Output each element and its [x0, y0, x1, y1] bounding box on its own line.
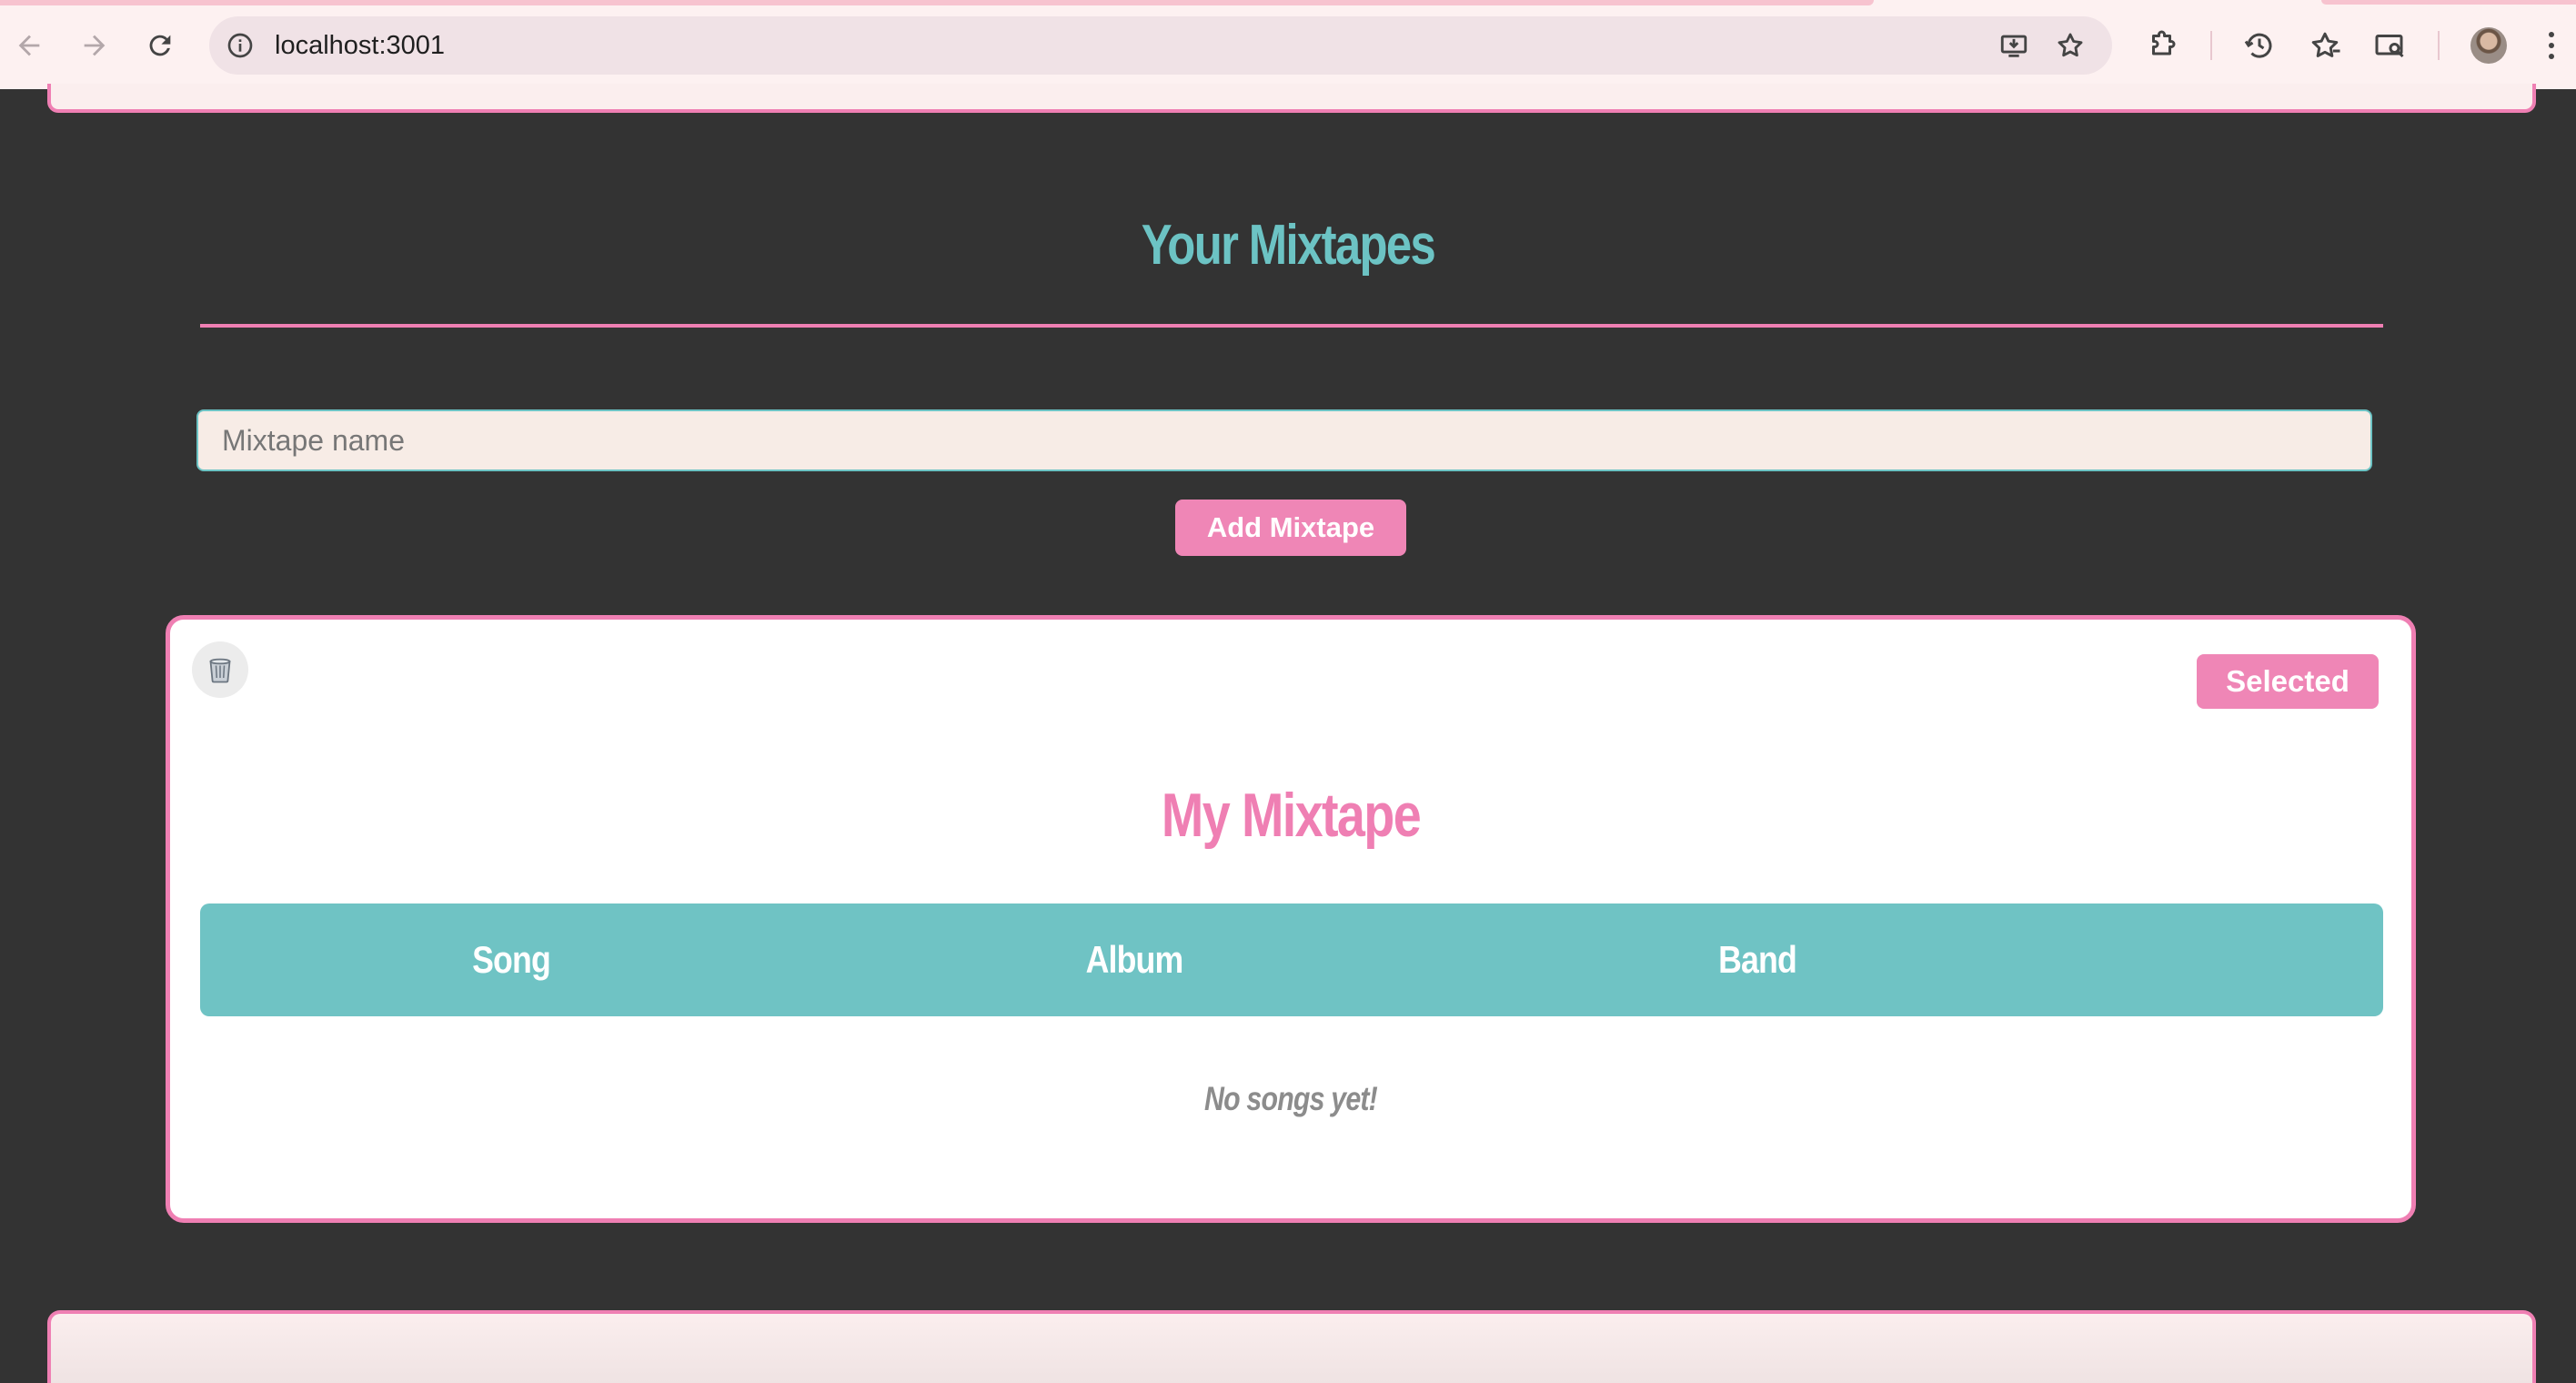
url-text[interactable]: localhost:3001 — [275, 16, 445, 75]
toolbar-separator — [2210, 31, 2212, 60]
selected-badge[interactable]: Selected — [2197, 654, 2379, 709]
empty-songs-message: No songs yet! — [1204, 1080, 1378, 1117]
column-header-song: Song — [472, 938, 551, 981]
reload-button[interactable] — [138, 24, 182, 67]
browser-toolbar: localhost:3001 — [0, 0, 2576, 89]
toolbar-separator — [2438, 31, 2440, 60]
previous-panel — [47, 84, 2536, 113]
mixtape-card[interactable]: Selected My Mixtape Song Album Band No s… — [166, 615, 2416, 1223]
back-button[interactable] — [7, 24, 51, 67]
profile-avatar[interactable] — [2470, 27, 2507, 64]
section-divider — [200, 324, 2383, 328]
mixtape-name-input[interactable] — [196, 409, 2372, 471]
section-title: Your Mixtapes — [1141, 214, 1436, 277]
kebab-menu-icon[interactable] — [2538, 27, 2565, 64]
site-info-icon[interactable] — [222, 27, 258, 64]
trash-icon — [209, 658, 231, 683]
reload-icon — [149, 35, 171, 56]
history-icon[interactable] — [2238, 24, 2281, 67]
song-table-header: Song Album Band — [200, 903, 2383, 1016]
address-bar[interactable]: localhost:3001 — [209, 16, 2112, 75]
install-app-icon[interactable] — [1996, 27, 2032, 64]
bookmark-star-icon[interactable] — [2052, 27, 2088, 64]
bookmarks-star-icon[interactable] — [2303, 24, 2347, 67]
column-header-band: Band — [1718, 938, 1797, 981]
tab-strip-accent-right — [2321, 0, 2576, 5]
tab-search-icon[interactable] — [2369, 24, 2412, 67]
mixtape-title: My Mixtape — [1161, 781, 1422, 850]
delete-mixtape-button[interactable] — [192, 641, 248, 698]
page-content: Your Mixtapes Add Mixtape Selected My Mi… — [0, 84, 2576, 1383]
add-mixtape-button[interactable]: Add Mixtape — [1175, 500, 1406, 556]
extensions-puzzle-icon[interactable] — [2141, 24, 2185, 67]
next-panel — [47, 1310, 2536, 1383]
back-arrow-icon — [18, 35, 40, 56]
column-header-album: Album — [1085, 938, 1184, 981]
forward-button[interactable] — [73, 24, 116, 67]
forward-arrow-icon — [84, 35, 106, 56]
tab-strip-accent — [0, 0, 1874, 5]
